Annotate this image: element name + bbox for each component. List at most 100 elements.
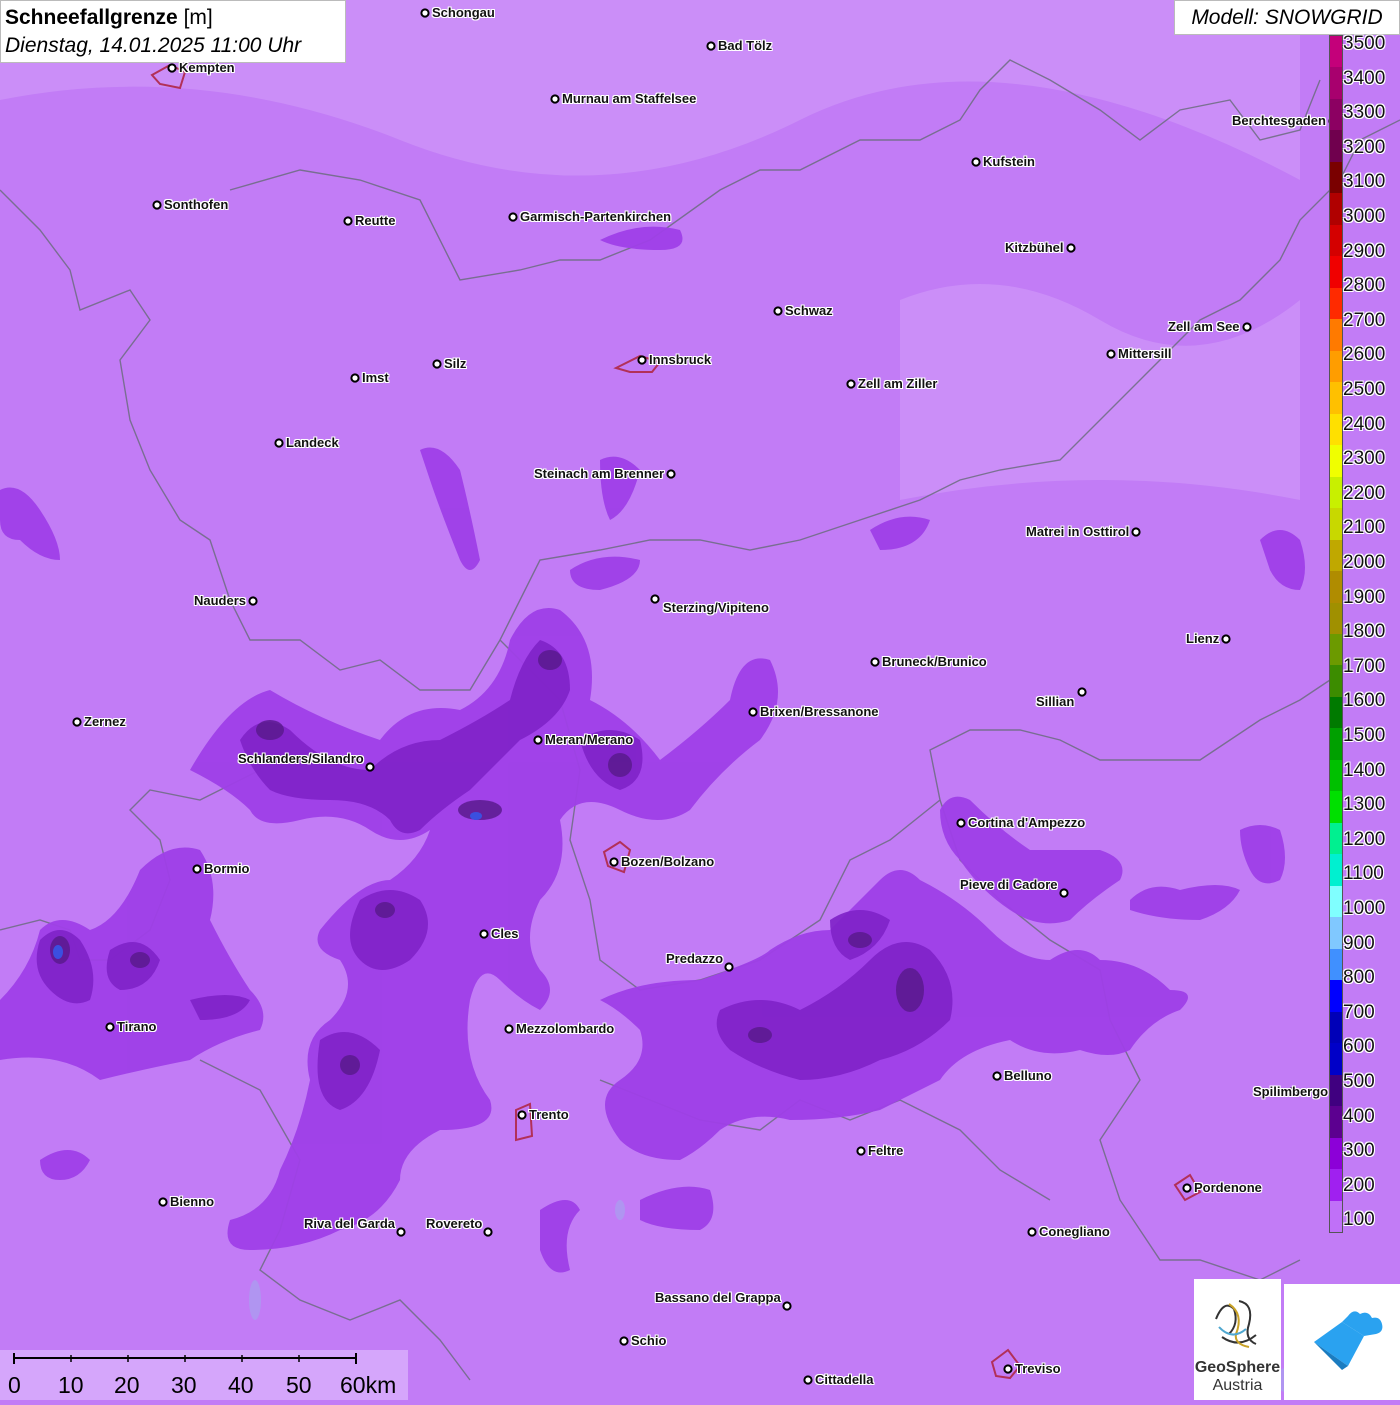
- legend-swatch: [1330, 854, 1342, 887]
- city-label: Lienz: [1186, 631, 1220, 646]
- legend-swatch: [1330, 287, 1342, 320]
- city-marker: [517, 1110, 527, 1120]
- city-label: Garmisch-Partenkirchen: [520, 209, 672, 224]
- city-marker: [432, 359, 442, 369]
- city-marker: [1182, 1183, 1192, 1193]
- mountain-cloud-icon: [1314, 1311, 1383, 1370]
- legend-label: 2000: [1343, 552, 1386, 573]
- logo-sub: Austria: [1212, 1377, 1263, 1394]
- city-label: Kufstein: [983, 154, 1035, 169]
- city-marker: [192, 864, 202, 874]
- scale-label: 0: [8, 1372, 21, 1398]
- legend-label: 2500: [1343, 379, 1386, 400]
- legend-label: 1700: [1343, 655, 1386, 677]
- legend-swatch: [1330, 161, 1342, 194]
- city-label: Pordenone: [1194, 1180, 1262, 1195]
- legend-swatch: [1330, 319, 1342, 352]
- city-label: Sonthofen: [164, 197, 229, 212]
- legend-label: 500: [1343, 1071, 1375, 1092]
- map-timestamp: Dienstag, 14.01.2025 11:00 Uhr: [5, 34, 302, 57]
- map-title: Schneefallgrenze [m]: [5, 4, 341, 32]
- city-marker: [508, 212, 518, 222]
- legend-swatch: [1330, 665, 1342, 698]
- legend-swatch: [1330, 36, 1342, 68]
- legend-label: 1800: [1343, 621, 1386, 643]
- city-marker: [846, 379, 856, 389]
- city-marker: [1003, 1364, 1013, 1374]
- scale-label: 60km: [340, 1372, 397, 1398]
- map-title-unit: [m]: [183, 6, 213, 29]
- city-marker: [420, 8, 430, 18]
- city-marker: [72, 717, 82, 727]
- city-label: Sterzing/Vipiteno: [663, 600, 769, 615]
- scale-label: 10: [58, 1372, 84, 1398]
- legend-swatch: [1330, 1074, 1342, 1107]
- legend-swatch: [1330, 256, 1342, 289]
- city-label: Rovereto: [426, 1216, 483, 1231]
- city-label: Schlanders/Silandro: [238, 751, 364, 766]
- city-label: Schio: [631, 1333, 667, 1348]
- legend-label: 1300: [1343, 794, 1386, 816]
- legend-swatch: [1330, 948, 1342, 981]
- legend-swatch: [1330, 413, 1342, 446]
- city-marker: [152, 200, 162, 210]
- legend-label: 1400: [1343, 759, 1386, 781]
- city-label: Trento: [529, 1107, 569, 1122]
- city-label: Predazzo: [666, 951, 724, 966]
- city-marker: [956, 818, 966, 828]
- city-label: Kempten: [179, 60, 235, 75]
- legend-swatch: [1330, 980, 1342, 1013]
- legend-label: 300: [1343, 1140, 1375, 1162]
- legend-label: 1000: [1343, 898, 1386, 919]
- city-label: Schongau: [432, 5, 495, 20]
- model-label: Modell: SNOWGRID: [1174, 0, 1400, 35]
- legend-swatch: [1330, 1011, 1342, 1044]
- city-label: Imst: [362, 370, 389, 385]
- city-marker: [483, 1227, 493, 1237]
- city-label: Innsbruck: [649, 352, 712, 367]
- city-marker: [971, 157, 981, 167]
- logo-name: GeoSphere: [1194, 1359, 1281, 1376]
- city-label: Cortina d'Ampezzo: [968, 815, 1086, 830]
- legend-swatch: [1330, 634, 1342, 666]
- city-label: Zernez: [84, 714, 126, 729]
- city-marker: [274, 438, 284, 448]
- color-legend: [1329, 35, 1343, 1233]
- city-label: Cles: [491, 926, 519, 941]
- legend-swatch: [1330, 1137, 1342, 1170]
- city-marker: [1131, 527, 1141, 537]
- legend-swatch: [1330, 885, 1342, 918]
- city-label: Silz: [444, 356, 467, 371]
- city-marker: [167, 63, 177, 73]
- legend-label: 3200: [1343, 136, 1386, 158]
- legend-swatch: [1330, 791, 1342, 824]
- city-marker: [1059, 888, 1069, 898]
- legend-swatch: [1330, 67, 1342, 100]
- city-marker: [1066, 243, 1076, 253]
- legend-swatch: [1330, 130, 1342, 163]
- city-marker: [479, 929, 489, 939]
- city-label: Bienno: [170, 1194, 215, 1209]
- legend-swatch: [1330, 382, 1342, 415]
- legend-label: 1200: [1343, 828, 1386, 850]
- legend-label: 800: [1343, 967, 1375, 989]
- legend-label: 700: [1343, 1001, 1375, 1023]
- city-marker: [619, 1336, 629, 1346]
- city-marker: [1027, 1227, 1037, 1237]
- legend-swatch: [1330, 696, 1342, 729]
- city-label: Steinach am Brenner: [534, 466, 665, 481]
- legend-swatch: [1330, 1043, 1342, 1076]
- city-marker: [609, 857, 619, 867]
- city-label: Mezzolombardo: [516, 1021, 615, 1036]
- city-marker: [1077, 687, 1087, 697]
- scale-label: 50: [286, 1372, 312, 1398]
- legend-label: 2800: [1343, 275, 1386, 297]
- legend-label: 200: [1343, 1174, 1375, 1196]
- city-label: Bormio: [204, 861, 250, 876]
- scale-label: 20: [114, 1372, 140, 1398]
- legend-label: 600: [1343, 1036, 1375, 1058]
- city-marker: [158, 1197, 168, 1207]
- city-marker: [533, 735, 543, 745]
- city-marker: [550, 94, 560, 104]
- legend-label: 3400: [1343, 67, 1386, 89]
